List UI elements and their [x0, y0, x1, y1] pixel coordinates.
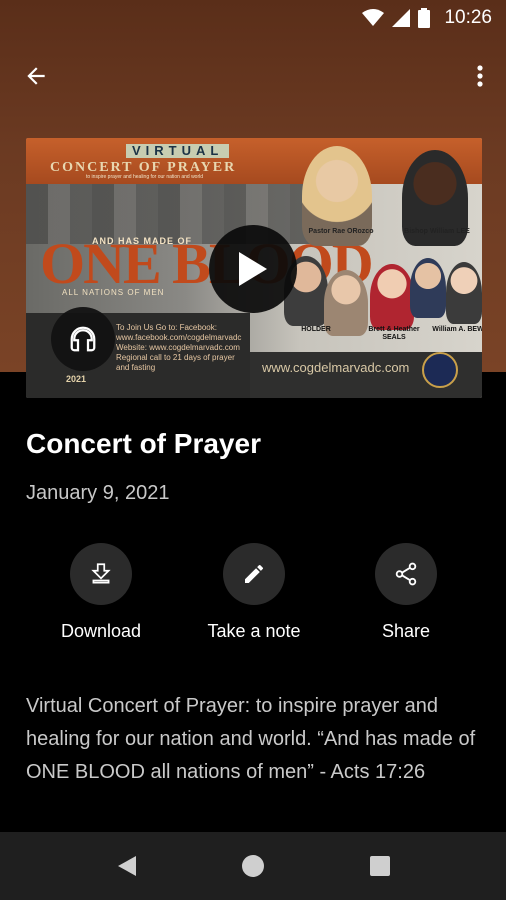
download-button[interactable]: Download — [31, 543, 171, 642]
artwork-speaker — [370, 264, 414, 330]
more-options-button[interactable] — [468, 56, 492, 96]
artwork-speaker-label: Pastor Rae ORozco — [308, 228, 374, 235]
artwork-speaker-label: Bishop William LEE — [404, 228, 470, 235]
pencil-icon — [245, 564, 264, 583]
download-circle[interactable] — [70, 543, 132, 605]
episode-title: Concert of Prayer — [26, 428, 261, 459]
artwork-speaker-label: HOLDER — [301, 326, 331, 333]
artwork-speaker — [446, 262, 482, 324]
share-icon — [395, 562, 417, 586]
headphones-icon — [70, 326, 96, 352]
artwork-speaker-label: William A. BEW — [432, 326, 482, 333]
artwork-join-text: To Join Us Go to: Facebook: www.facebook… — [116, 323, 242, 372]
audio-mode-button[interactable] — [51, 307, 115, 371]
artwork-url: www.cogdelmarvadc.com — [262, 360, 410, 375]
play-icon — [239, 252, 267, 286]
artwork-made-of: AND HAS MADE OF — [92, 236, 192, 246]
status-bar: 10:26 — [0, 0, 506, 36]
app-bar — [0, 48, 506, 104]
take-note-button[interactable]: Take a note — [184, 543, 324, 642]
download-icon — [91, 563, 111, 584]
artwork-nations: ALL NATIONS OF MEN — [62, 288, 165, 297]
take-note-circle[interactable] — [223, 543, 285, 605]
play-button[interactable] — [209, 225, 297, 313]
more-vert-icon — [477, 65, 483, 87]
take-note-label: Take a note — [207, 621, 301, 641]
artwork-speaker-label: Brett & Heather SEALS — [368, 326, 420, 341]
nav-back-icon[interactable] — [116, 854, 138, 878]
artwork-subtitle: to inspire prayer and healing for our na… — [86, 174, 204, 180]
nav-home-icon[interactable] — [242, 855, 264, 877]
arrow-back-icon — [27, 67, 45, 85]
artwork-speaker — [410, 258, 446, 318]
battery-icon — [418, 8, 431, 28]
share-circle[interactable] — [375, 543, 437, 605]
artwork-seal-logo — [422, 352, 458, 388]
share-label: Share — [381, 621, 431, 641]
share-button[interactable]: Share — [336, 543, 476, 642]
artwork-virtual: VIRTUAL — [126, 144, 230, 158]
back-button[interactable] — [16, 56, 56, 96]
nav-recents-icon[interactable] — [370, 856, 390, 876]
artwork-year: 2021 — [66, 374, 87, 384]
status-time: 10:26 — [444, 7, 492, 28]
system-nav-bar — [0, 832, 506, 900]
episode-description: Virtual Concert of Prayer: to inspire pr… — [26, 695, 476, 783]
episode-date: January 9, 2021 — [26, 482, 170, 504]
download-label: Download — [60, 621, 142, 641]
wifi-icon — [362, 9, 385, 26]
signal-icon — [392, 9, 411, 27]
